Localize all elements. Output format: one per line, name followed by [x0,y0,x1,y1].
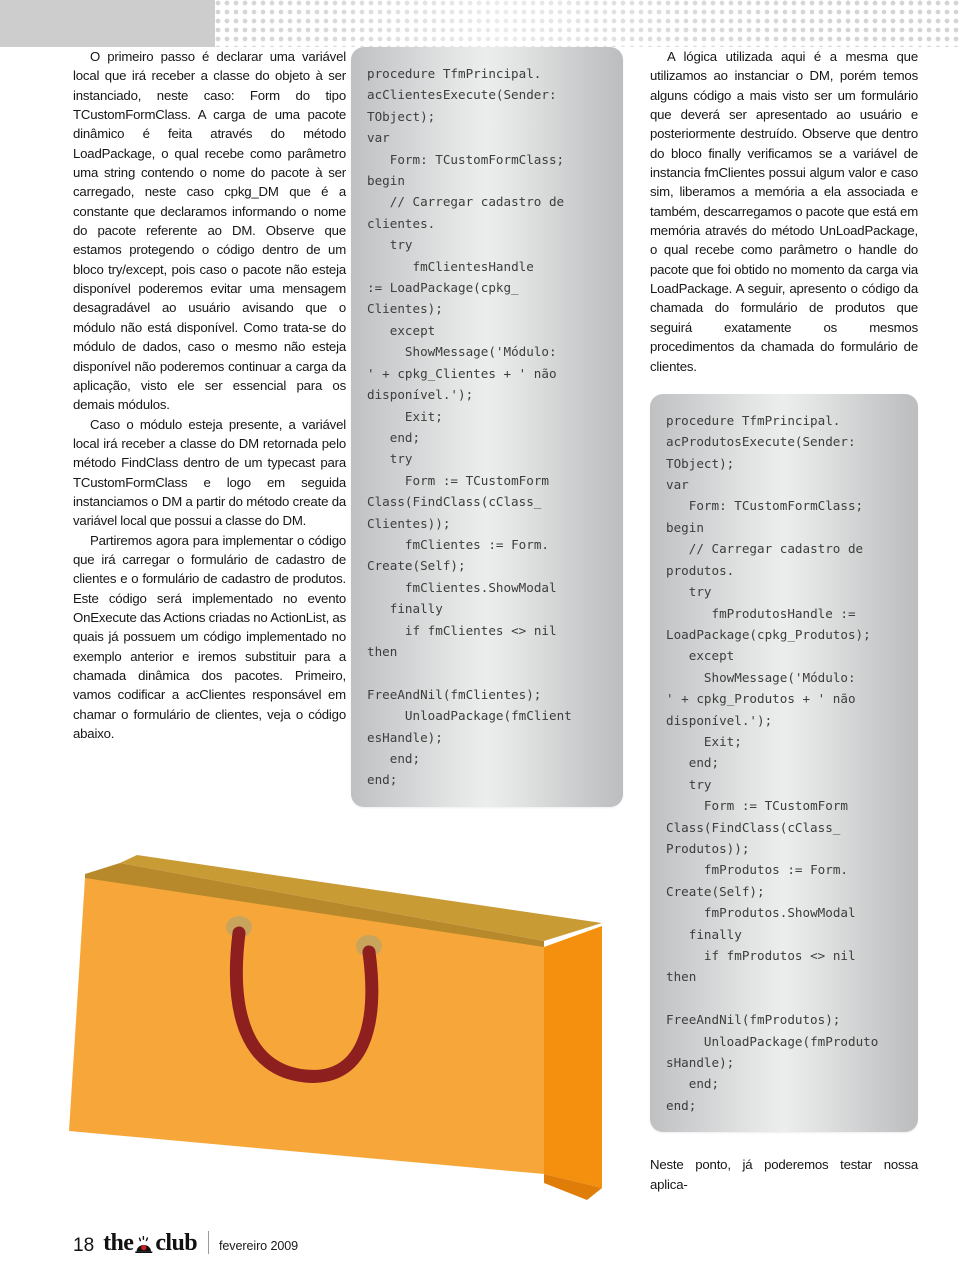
column-left: O primeiro passo é declarar uma variável… [73,47,346,743]
alarm-bell-icon [134,1235,154,1255]
column-right: A lógica utilizada aqui é a mesma que ut… [650,47,918,1194]
shopping-bag-illustration [57,838,642,1213]
code-block-acclientes: procedure TfmPrincipal. acClientesExecut… [351,47,623,807]
logo-text-club: club [155,1230,197,1256]
issue-date: fevereiro 2009 [218,1239,299,1254]
paragraph: O primeiro passo é declarar uma variável… [73,49,346,413]
halftone-gloss-overlay [215,0,960,47]
tail-paragraph: Neste ponto, já poderemos testar nossa a… [650,1157,918,1192]
shopping-bag-icon [69,855,602,1200]
code-block-acprodutos: procedure TfmPrincipal. acProdutosExecut… [650,393,918,1133]
top-decorative-band [0,0,960,47]
page-number: 18 [73,1235,95,1256]
footer-divider [207,1231,209,1254]
paragraph: Partiremos agora para implementar o códi… [73,532,346,742]
the-club-logo: the club [103,1231,197,1255]
paragraph: A lógica utilizada aqui é a mesma que ut… [650,49,918,374]
code-text: procedure TfmPrincipal. acClientesExecut… [367,66,572,788]
page-footer: 18 the club fevereiro 2009 [73,1225,298,1255]
paragraph: Caso o módulo esteja presente, a variáve… [73,416,346,529]
column-middle: procedure TfmPrincipal. acClientesExecut… [351,47,623,807]
code-text: procedure TfmPrincipal. acProdutosExecut… [666,412,879,1113]
logo-text-the: the [103,1230,134,1256]
